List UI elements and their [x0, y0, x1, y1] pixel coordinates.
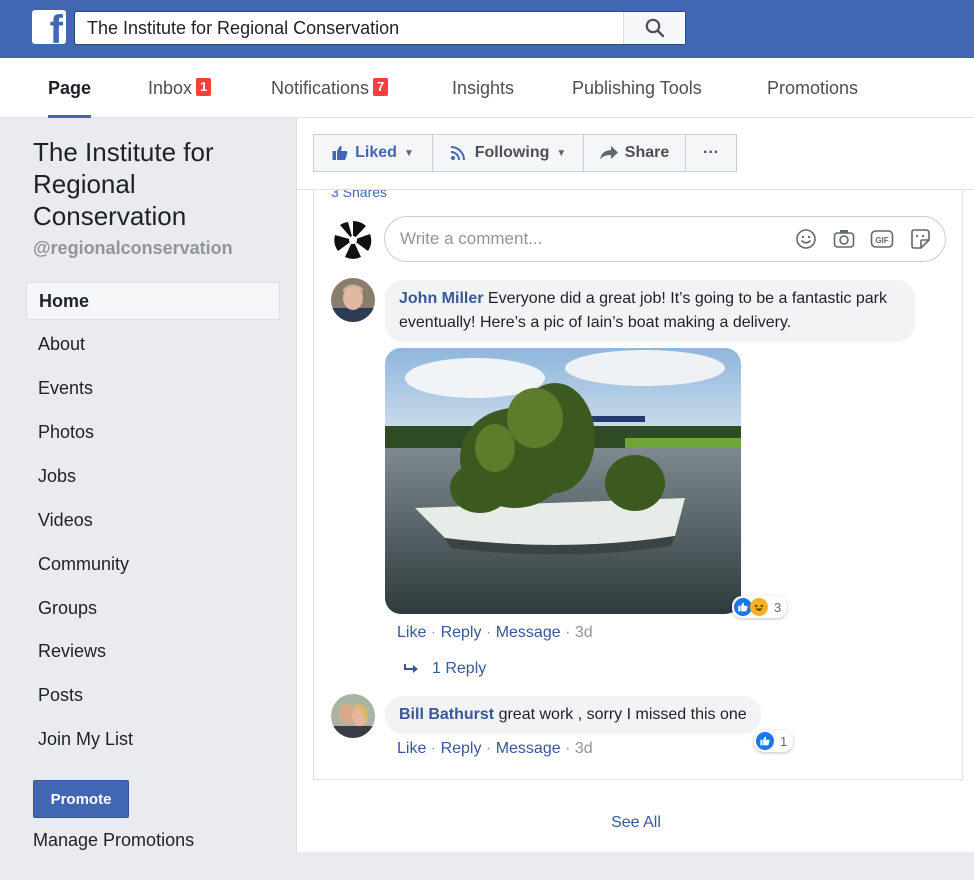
sidebar-item-posts[interactable]: Posts — [26, 676, 280, 714]
tab-label: Publishing Tools — [572, 77, 702, 98]
sidebar-item-join-my-list[interactable]: Join My List — [26, 720, 280, 758]
separator: · — [426, 740, 441, 757]
page-logo-icon — [331, 218, 375, 262]
sidebar-item-photos[interactable]: Photos — [26, 413, 280, 451]
sidebar-item-groups[interactable]: Groups — [26, 589, 280, 627]
sidebar-item-about[interactable]: About — [26, 325, 280, 363]
sticker-icon[interactable] — [907, 226, 933, 252]
left-sidebar: The Institute for Regional Conservation … — [0, 118, 296, 880]
tab-insights[interactable]: Insights — [452, 58, 514, 118]
tab-label: Page — [48, 77, 92, 98]
main-content: Liked ▼ Following ▼ Share ··· 3 Shares W… — [296, 118, 974, 852]
sidebar-item-videos[interactable]: Videos — [26, 501, 280, 539]
comment-photo[interactable] — [385, 348, 741, 614]
share-button[interactable]: Share — [583, 134, 686, 172]
comment-bubble: Bill Bathurst great work , sorry I misse… — [385, 696, 761, 734]
following-button[interactable]: Following ▼ — [432, 134, 584, 172]
separator: · — [481, 740, 496, 757]
tab-publishing-tools[interactable]: Publishing Tools — [572, 58, 702, 118]
tab-label: Notifications — [271, 77, 370, 98]
comment-actions: Like · Reply · Message · 3d — [397, 624, 593, 642]
comment-actions: Like · Reply · Message · 3d — [397, 740, 593, 758]
sidebar-item-reviews[interactable]: Reviews — [26, 632, 280, 670]
gif-icon[interactable]: GIF — [869, 226, 895, 252]
liked-button[interactable]: Liked ▼ — [313, 134, 433, 172]
view-replies-link[interactable]: 1 Reply — [404, 660, 486, 678]
comment-bubble: John Miller Everyone did a great job! It… — [385, 280, 915, 342]
rss-feed-icon — [450, 146, 465, 161]
emoji-icon[interactable] — [793, 226, 819, 252]
page-nav: Page Inbox 1 Notifications 7 Insights Publ… — [0, 58, 974, 119]
comment-timestamp[interactable]: 3d — [575, 740, 593, 757]
sidebar-item-home[interactable]: Home — [26, 282, 280, 320]
like-link[interactable]: Like — [397, 740, 426, 757]
inbox-badge: 1 — [196, 78, 212, 96]
sidebar-item-events[interactable]: Events — [26, 369, 280, 407]
tab-promotions[interactable]: Promotions — [767, 58, 858, 118]
comment-input[interactable] — [385, 217, 793, 261]
avatar[interactable] — [331, 694, 375, 738]
comment-timestamp[interactable]: 3d — [575, 624, 593, 641]
manage-promotions-link[interactable]: Manage Promotions — [33, 830, 194, 851]
more-options-button[interactable]: ··· — [685, 134, 737, 172]
page-title[interactable]: The Institute for Regional Conservation — [33, 136, 273, 232]
separator: · — [560, 740, 575, 757]
replies-count: 1 Reply — [432, 660, 487, 677]
john-miller-avatar-icon — [331, 278, 375, 322]
tab-page[interactable]: Page — [48, 58, 92, 119]
tab-inbox[interactable]: Inbox 1 — [148, 58, 212, 118]
chevron-down-icon: ▼ — [403, 147, 414, 159]
search-icon — [645, 18, 664, 38]
sidebar-item-community[interactable]: Community — [26, 545, 280, 583]
reaction-count: 3 — [774, 599, 782, 615]
post-card: 3 Shares Write a comment... GIF John Mil… — [313, 184, 963, 780]
tab-label: Promotions — [767, 77, 859, 98]
message-link[interactable]: Message — [496, 624, 561, 641]
reaction-count: 1 — [780, 733, 788, 749]
svg-text:GIF: GIF — [875, 236, 888, 245]
tab-label: Insights — [452, 77, 515, 98]
promote-button[interactable]: Promote — [33, 780, 129, 818]
search-button[interactable] — [623, 12, 685, 44]
see-all-link[interactable]: See All — [297, 814, 974, 832]
separator: · — [560, 624, 575, 641]
liked-label: Liked — [355, 144, 397, 161]
tab-label: Inbox — [148, 77, 193, 98]
search-bar — [74, 11, 686, 45]
page-action-bar: Liked ▼ Following ▼ Share ··· — [297, 118, 974, 190]
separator: · — [426, 624, 441, 641]
message-link[interactable]: Message — [496, 740, 561, 757]
reaction-summary[interactable]: 3 — [732, 596, 788, 618]
boat-photo-icon — [385, 348, 741, 614]
search-input[interactable] — [75, 12, 623, 44]
page-avatar[interactable] — [331, 218, 375, 262]
sidebar-item-jobs[interactable]: Jobs — [26, 457, 280, 495]
chevron-down-icon: ▼ — [556, 147, 567, 159]
reply-link[interactable]: Reply — [441, 624, 482, 641]
avatar[interactable] — [331, 278, 375, 322]
more-icon: ··· — [703, 144, 719, 161]
following-label: Following — [474, 144, 550, 161]
tab-notifications[interactable]: Notifications 7 — [271, 58, 389, 118]
top-bar: f — [0, 0, 974, 58]
comment-box: GIF — [384, 216, 946, 262]
reply-link[interactable]: Reply — [441, 740, 482, 757]
page-handle[interactable]: @regionalconservation — [33, 238, 233, 259]
share-arrow-icon — [599, 146, 618, 160]
notifications-badge: 7 — [373, 78, 389, 96]
comment-text: great work , sorry I missed this one — [498, 706, 747, 723]
thumbs-up-icon — [332, 146, 348, 160]
like-link[interactable]: Like — [397, 624, 426, 641]
facebook-logo-icon[interactable]: f — [32, 10, 66, 44]
separator: · — [481, 624, 496, 641]
camera-icon[interactable] — [831, 226, 857, 252]
reaction-summary[interactable]: 1 — [754, 730, 794, 752]
share-label: Share — [624, 144, 670, 161]
comment-author[interactable]: Bill Bathurst — [399, 706, 494, 723]
bill-bathurst-avatar-icon — [331, 694, 375, 738]
haha-reaction-icon — [750, 598, 768, 616]
reply-arrow-icon — [404, 664, 418, 673]
like-reaction-icon — [756, 732, 774, 750]
comment-author[interactable]: John Miller — [399, 290, 483, 307]
